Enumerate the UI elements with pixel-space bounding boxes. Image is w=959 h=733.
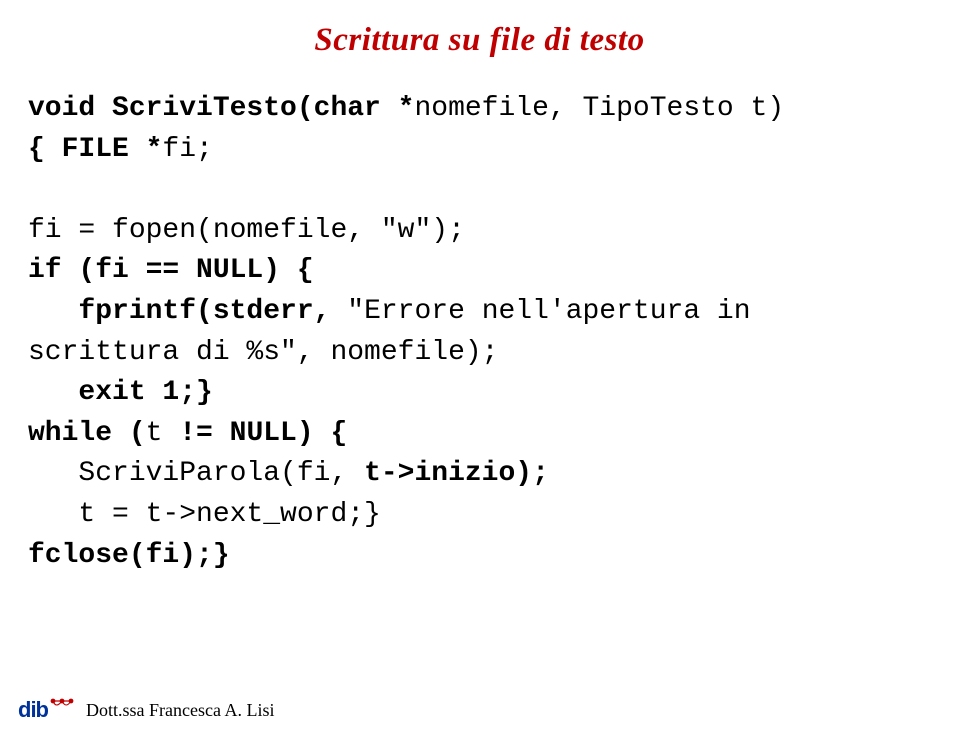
footer-author: Dott.ssa Francesca A. Lisi [86,700,274,721]
code-line: != NULL) { [179,418,347,449]
code-line: fi = fopen(nomefile, "w"); [28,215,465,246]
code-block: void ScriviTesto(char *nomefile, TipoTes… [28,89,959,576]
code-line: exit 1;} [28,377,213,408]
code-line: t->inizio); [364,458,549,489]
code-line: if (fi == NULL) { [28,255,314,286]
code-line: t = t->next_word;} [28,499,381,530]
code-line: fclose(fi);} [28,540,230,571]
code-line: void ScriviTesto(char * [28,93,414,124]
code-line: { FILE * [28,134,162,165]
code-line: nomefile, TipoTesto t) [414,93,784,124]
code-line: ScriviParola(fi, [28,458,364,489]
code-line: scrittura di %s", nomefile); [28,337,498,368]
slide-title: Scrittura su file di testo [0,22,959,59]
code-line: fprintf(stderr, [28,296,347,327]
footer: dib Dott.ssa Francesca A. Lisi [18,695,274,725]
code-line: while ( [28,418,146,449]
code-line: fi; [162,134,212,165]
code-line: t [146,418,180,449]
dib-logo-icon: dib [18,695,76,725]
svg-text:dib: dib [18,697,49,722]
code-line: "Errore nell'apertura in [347,296,750,327]
